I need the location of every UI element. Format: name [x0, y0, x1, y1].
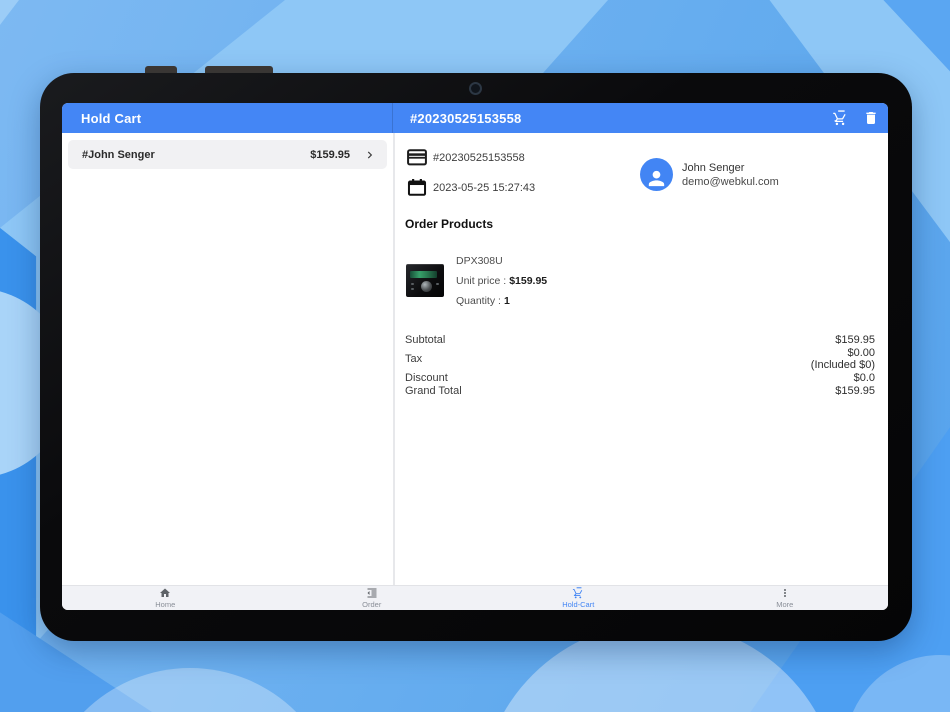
nav-label: More [776, 600, 793, 609]
subtotal-row: Subtotal $159.95 [405, 333, 875, 346]
nav-label: Hold-Cart [562, 600, 594, 609]
grand-total-row: Grand Total $159.95 [405, 384, 875, 397]
hold-customer-name: #John Senger [82, 149, 155, 161]
tablet-screen: Hold Cart #20230525153558 #John Senger $… [62, 103, 888, 610]
restore-cart-icon[interactable] [831, 109, 849, 127]
customer-block: John Senger demo@webkul.com [640, 158, 779, 191]
nav-label: Home [155, 600, 175, 609]
order-list-icon [366, 587, 378, 599]
order-datetime: 2023-05-25 15:27:43 [433, 182, 535, 194]
wallpaper-canvas: Hold Cart #20230525153558 #John Senger $… [0, 0, 950, 712]
product-unit-price: Unit price :$159.95 [456, 275, 547, 287]
page-title: Hold Cart [81, 111, 141, 126]
credit-card-icon [407, 149, 427, 166]
hold-cart-list-item[interactable]: #John Senger $159.95 [68, 140, 387, 169]
trash-icon[interactable] [862, 109, 880, 127]
tax-row: Tax $0.00 (Included $0) [405, 346, 875, 371]
calendar-icon [407, 179, 427, 196]
nav-item-hold-cart[interactable]: Hold-Cart [475, 586, 682, 610]
product-name: DPX308U [456, 255, 547, 267]
order-date-row: 2023-05-25 15:27:43 [407, 179, 535, 196]
nav-label: Order [362, 600, 381, 609]
more-vert-icon [779, 587, 791, 599]
hold-amount: $159.95 [310, 149, 350, 161]
discount-row: Discount $0.0 [405, 371, 875, 384]
bg-circle [40, 668, 340, 712]
home-icon [159, 587, 171, 599]
hold-cart-icon [572, 587, 584, 599]
order-number-row: #20230525153558 [407, 149, 525, 166]
order-detail-panel: #20230525153558 2023-05-25 15:27:43 John… [395, 133, 888, 585]
order-header: #20230525153558 [393, 103, 888, 133]
order-products-heading: Order Products [405, 217, 493, 231]
chevron-right-icon [363, 148, 377, 162]
app-header: Hold Cart #20230525153558 [62, 103, 888, 133]
bg-circle [845, 655, 950, 712]
nav-item-more[interactable]: More [682, 586, 889, 610]
nav-item-home[interactable]: Home [62, 586, 269, 610]
hold-cart-header: Hold Cart [62, 103, 393, 133]
order-number: #20230525153558 [433, 152, 525, 164]
order-id-title: #20230525153558 [410, 111, 521, 126]
product-image [406, 264, 444, 297]
person-icon [640, 158, 673, 191]
product-row: DPX308U Unit price :$159.95 Quantity :1 [406, 251, 547, 307]
bottom-nav: Home Order Hold-Cart More [62, 585, 888, 610]
nav-item-order[interactable]: Order [269, 586, 476, 610]
order-totals: Subtotal $159.95 Tax $0.00 (Included $0)… [405, 333, 875, 397]
front-camera [469, 82, 482, 95]
customer-name: John Senger [682, 162, 779, 174]
customer-email: demo@webkul.com [682, 176, 779, 188]
product-quantity: Quantity :1 [456, 295, 547, 307]
tax-included-note: (Included $0) [811, 359, 875, 371]
